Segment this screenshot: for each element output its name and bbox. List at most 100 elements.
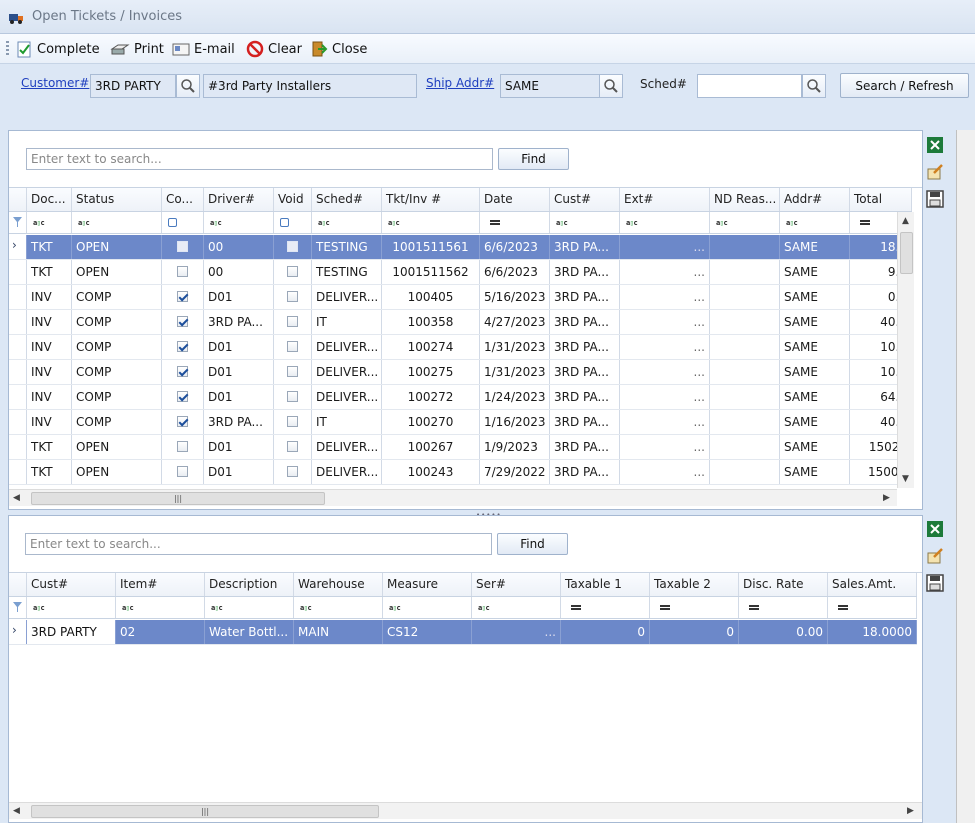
column-filter-9[interactable] [828, 597, 917, 618]
lines-hscroll-thumb[interactable]: ||| [31, 805, 379, 818]
column-header-0[interactable]: Doc... [27, 188, 72, 211]
cell-complete[interactable] [162, 310, 204, 334]
search-refresh-button[interactable]: Search / Refresh [840, 73, 969, 98]
column-header-2[interactable]: Co... [162, 188, 204, 211]
cell-complete[interactable] [162, 385, 204, 409]
tickets-search-input[interactable]: Enter text to search... [26, 148, 493, 170]
void-checkbox[interactable] [287, 466, 298, 477]
customer-code-field[interactable]: 3RD PARTY [90, 74, 176, 98]
void-checkbox[interactable] [287, 316, 298, 327]
tickets-vscroll-thumb[interactable] [900, 232, 913, 274]
table-row[interactable]: TKT OPEN D01 DELIVER... 100243 7/29/2022 3RD P… [9, 460, 912, 485]
column-filter-11[interactable]: a▯c [780, 212, 850, 233]
excel-export-icon[interactable] [926, 520, 944, 538]
cell-void[interactable] [274, 460, 312, 484]
table-row[interactable]: INV COMP 3RD PA... IT 100358 4/27/2023 3RD PA.… [9, 310, 912, 335]
complete-checkbox[interactable] [177, 291, 188, 302]
void-checkbox[interactable] [287, 416, 298, 427]
column-header-4[interactable]: Measure [383, 573, 472, 596]
tickets-vertical-scrollbar[interactable]: ▲ ▼ [897, 212, 914, 488]
complete-checkbox[interactable] [177, 266, 188, 277]
cell-void[interactable] [274, 260, 312, 284]
close-button[interactable]: Close [310, 39, 367, 59]
column-header-3[interactable]: Driver# [204, 188, 274, 211]
table-row[interactable]: INV COMP 3RD PA... IT 100270 1/16/2023 3RD PA.… [9, 410, 912, 435]
customer-link[interactable]: Customer# [21, 76, 89, 90]
complete-checkbox[interactable] [177, 241, 188, 252]
column-filter-5[interactable]: a▯c [472, 597, 561, 618]
cell-void[interactable] [274, 410, 312, 434]
column-header-9[interactable]: Ext# [620, 188, 710, 211]
void-checkbox[interactable] [287, 266, 298, 277]
column-header-8[interactable]: Disc. Rate [739, 573, 828, 596]
table-row[interactable]: INV COMP D01 DELIVER... 100275 1/31/2023 3RD P… [9, 360, 912, 385]
lines-horizontal-scrollbar[interactable]: ◀ ||| ▶ [9, 802, 922, 819]
void-checkbox[interactable] [287, 441, 298, 452]
email-button[interactable]: E-mail [172, 39, 235, 59]
void-checkbox[interactable] [287, 366, 298, 377]
column-header-2[interactable]: Description [205, 573, 294, 596]
clear-button[interactable]: Clear [246, 39, 302, 59]
excel-export-icon[interactable] [926, 136, 944, 154]
toolbar-grip[interactable] [6, 41, 9, 57]
save-icon[interactable] [926, 574, 944, 592]
column-filter-7[interactable] [480, 212, 550, 233]
scroll-right-arrow-icon[interactable]: ▶ [907, 806, 914, 816]
scroll-left-arrow-icon[interactable]: ◀ [13, 806, 20, 816]
complete-checkbox[interactable] [177, 316, 188, 327]
column-header-6[interactable]: Tkt/Inv # [382, 188, 480, 211]
scroll-left-arrow-icon[interactable]: ◀ [13, 493, 20, 503]
cell-void[interactable] [274, 310, 312, 334]
column-filter-8[interactable]: a▯c [550, 212, 620, 233]
column-header-10[interactable]: ND Reas... [710, 188, 780, 211]
column-filter-2[interactable] [162, 212, 204, 233]
column-header-12[interactable]: Total [850, 188, 912, 211]
column-filter-10[interactable]: a▯c [710, 212, 780, 233]
column-filter-3[interactable]: a▯c [294, 597, 383, 618]
tickets-horizontal-scrollbar[interactable]: ◀ ||| ▶ [9, 489, 897, 506]
scroll-right-arrow-icon[interactable]: ▶ [883, 493, 890, 503]
table-row[interactable]: TKT OPEN 00 TESTING 1001511562 6/6/2023 3RD PA… [9, 260, 912, 285]
complete-checkbox[interactable] [177, 466, 188, 477]
cell-void[interactable] [274, 360, 312, 384]
table-row[interactable]: › TKT OPEN 00 TESTING 1001511561 6/6/2023 3RD P… [9, 235, 912, 260]
tickets-hscroll-thumb[interactable]: ||| [31, 492, 325, 505]
column-header-1[interactable]: Item# [116, 573, 205, 596]
void-checkbox[interactable] [287, 341, 298, 352]
complete-checkbox[interactable] [177, 391, 188, 402]
table-row[interactable]: TKT OPEN D01 DELIVER... 100267 1/9/2023 3RD PA… [9, 435, 912, 460]
column-header-11[interactable]: Addr# [780, 188, 850, 211]
column-header-4[interactable]: Void [274, 188, 312, 211]
tickets-find-button[interactable]: Find [498, 148, 569, 170]
column-filter-9[interactable]: a▯c [620, 212, 710, 233]
sched-field[interactable] [697, 74, 802, 98]
table-row[interactable]: › 3RD PARTY 02 Water Bottl... MAIN CS12... 0 0 0… [9, 620, 917, 645]
lines-search-input[interactable]: Enter text to search... [25, 533, 492, 555]
ship-addr-link[interactable]: Ship Addr# [426, 76, 494, 90]
column-header-7[interactable]: Taxable 2 [650, 573, 739, 596]
column-filter-4[interactable] [274, 212, 312, 233]
cell-void[interactable] [274, 385, 312, 409]
cell-complete[interactable] [162, 435, 204, 459]
column-header-5[interactable]: Sched# [312, 188, 382, 211]
column-filter-7[interactable] [650, 597, 739, 618]
lines-find-button[interactable]: Find [497, 533, 568, 555]
column-filter-4[interactable]: a▯c [383, 597, 472, 618]
table-row[interactable]: INV COMP D01 DELIVER... 100405 5/16/2023 3RD P… [9, 285, 912, 310]
column-header-9[interactable]: Sales.Amt. [828, 573, 917, 596]
column-header-3[interactable]: Warehouse [294, 573, 383, 596]
column-filter-1[interactable]: a▯c [72, 212, 162, 233]
column-header-6[interactable]: Taxable 1 [561, 573, 650, 596]
column-header-7[interactable]: Date [480, 188, 550, 211]
column-filter-1[interactable]: a▯c [116, 597, 205, 618]
cell-complete[interactable] [162, 360, 204, 384]
customer-lookup-button[interactable] [176, 74, 200, 98]
column-header-0[interactable]: Cust# [27, 573, 116, 596]
complete-checkbox[interactable] [177, 366, 188, 377]
ship-addr-field[interactable]: SAME [500, 74, 600, 98]
complete-checkbox[interactable] [177, 416, 188, 427]
edit-layout-icon[interactable] [926, 547, 944, 565]
cell-void[interactable] [274, 335, 312, 359]
outer-vertical-scrollbar[interactable] [956, 130, 975, 823]
cell-complete[interactable] [162, 285, 204, 309]
